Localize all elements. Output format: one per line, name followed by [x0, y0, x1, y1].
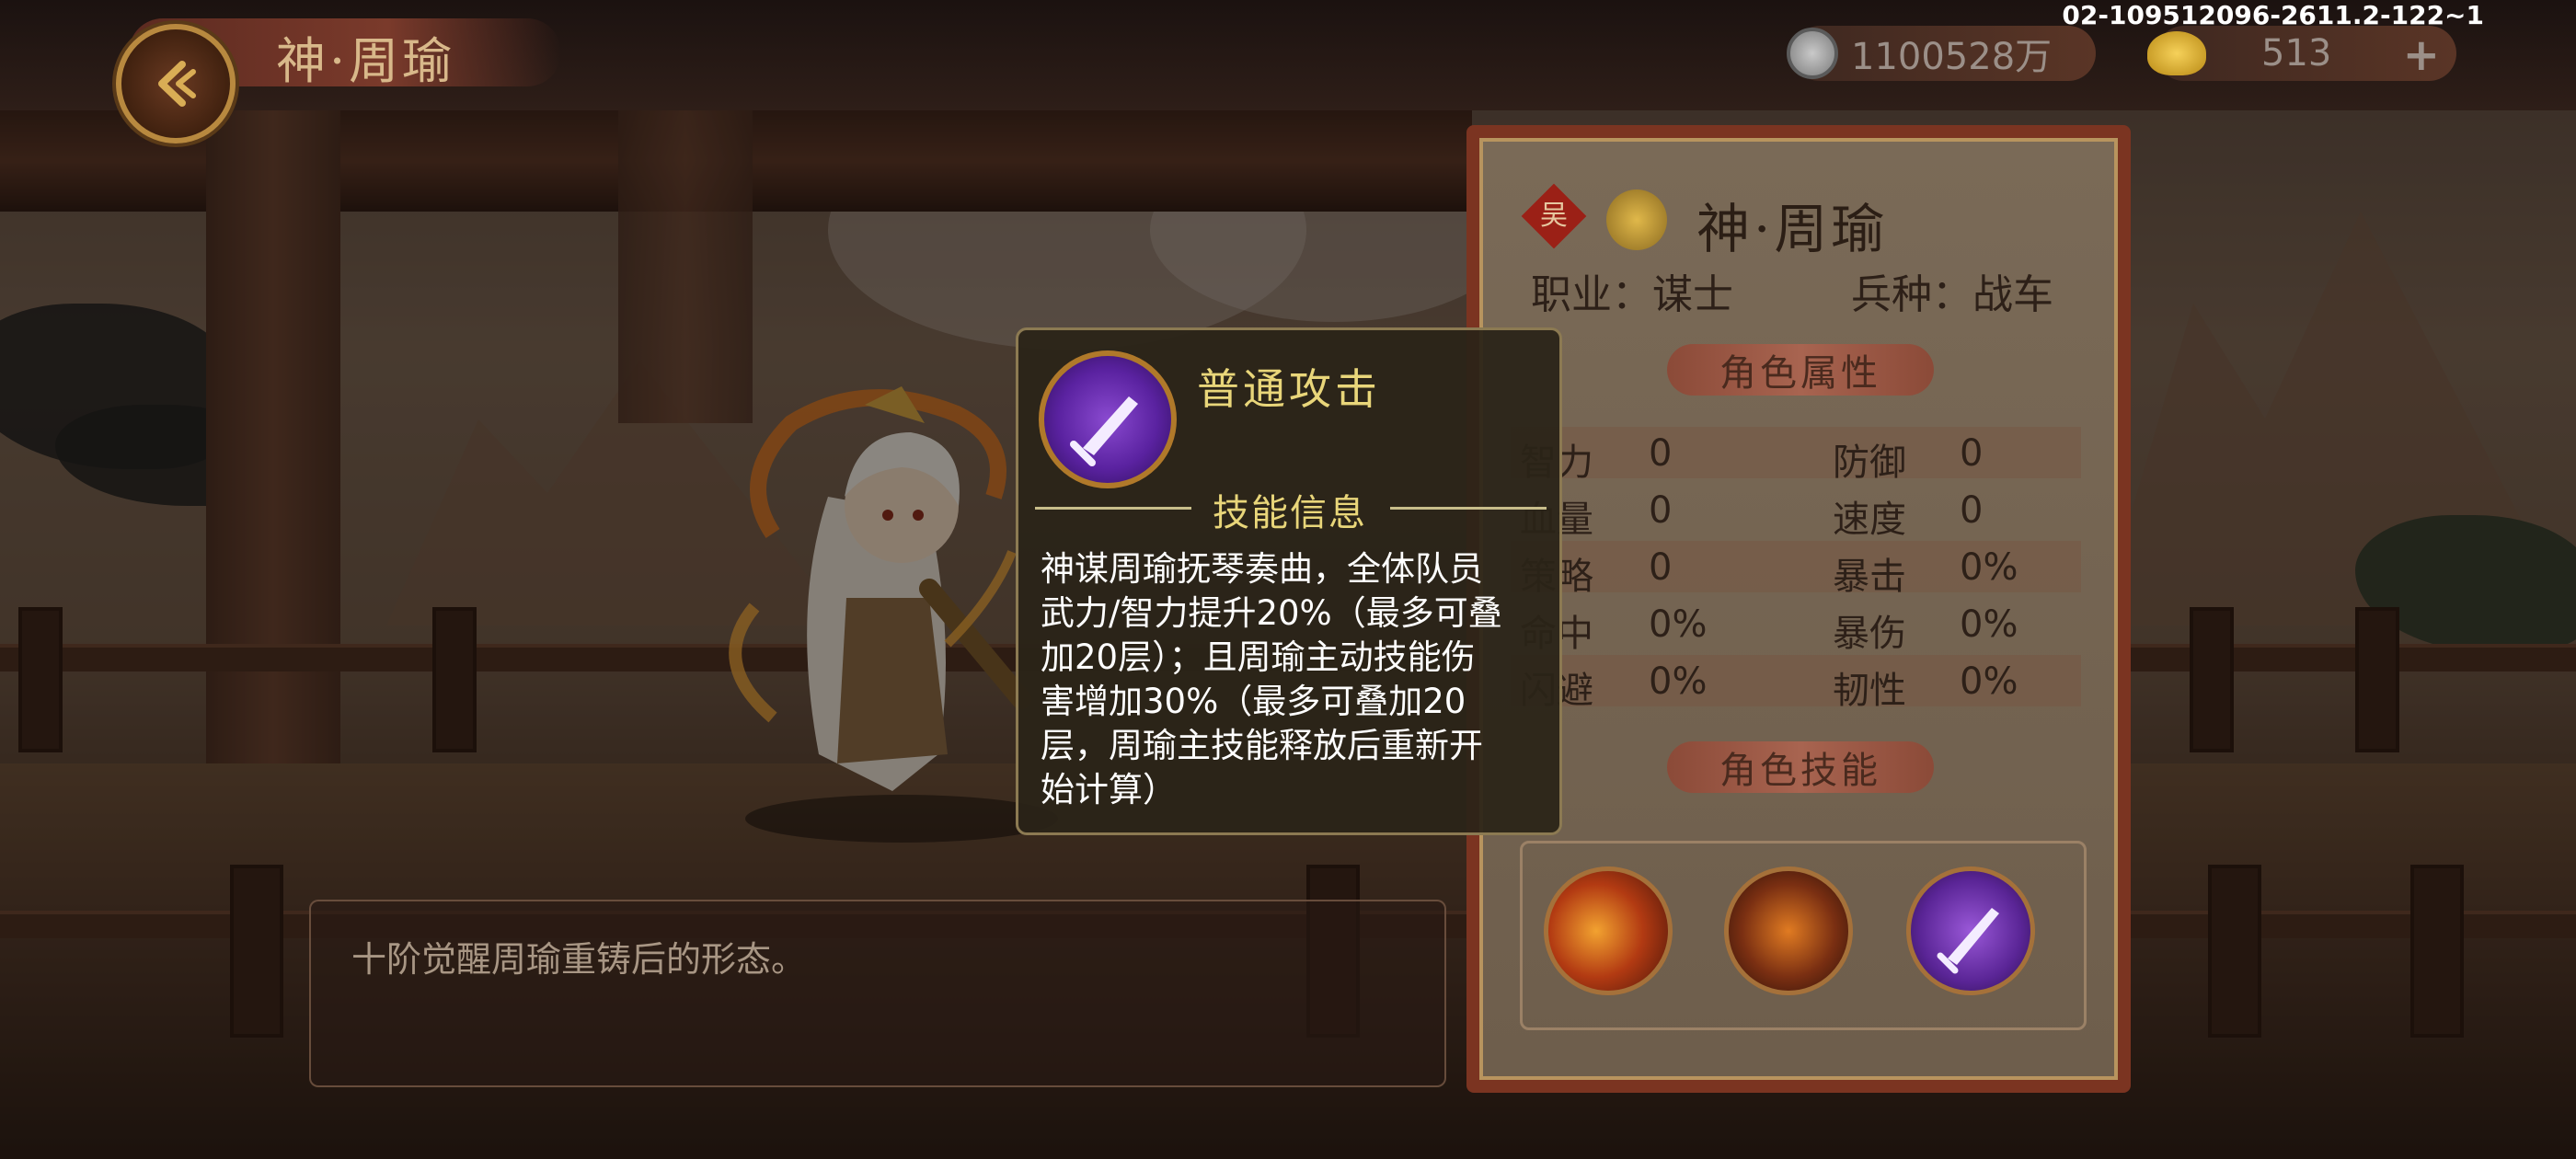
divider-line: [1390, 507, 1547, 510]
stat-value: 0%: [1649, 660, 1708, 703]
skills-title: 角色技能: [1719, 750, 1881, 792]
stat-value: 0%: [1960, 660, 2018, 703]
stat-value: 0: [1960, 489, 1984, 532]
stat-row: 智力 0 防御 0: [1511, 427, 2081, 484]
stat-label: 韧性: [1833, 670, 1906, 712]
gold-ingot-icon: [2147, 31, 2206, 75]
back-arrow-icon: [158, 61, 196, 107]
hero-name: 神·周瑜: [1696, 198, 1889, 260]
hero-info-panel-inner: 吴 神·周瑜 职业：谋士 兵种：战车 角色属性 智力 0 防御 0 血量 0 速…: [1479, 138, 2118, 1080]
page-title: 神·周瑜: [276, 32, 456, 90]
hero-description-box: 十阶觉醒周瑜重铸后的形态。: [309, 900, 1446, 1087]
skill-info-heading: 技能信息: [1213, 492, 1367, 534]
stat-value: 0: [1960, 432, 1984, 475]
profession-row: 职业：谋士: [1531, 261, 1733, 320]
stat-label: 防御: [1833, 442, 1906, 484]
stat-value: 0: [1649, 546, 1673, 589]
skill-name: 普通攻击: [1197, 364, 1381, 414]
stat-label: 暴击: [1833, 556, 1906, 598]
stat-row: 闪避 0% 韧性 0%: [1511, 655, 2081, 712]
class-icon: [1606, 189, 1667, 250]
stat-label: 速度: [1833, 499, 1906, 541]
skill-description-line: 始计算）: [1041, 770, 1177, 809]
stat-row: 血量 0 速度 0: [1511, 484, 2081, 541]
skill-description-line: 层，周瑜主技能释放后重新开: [1041, 726, 1483, 765]
ingot-counter: 513 +: [2147, 26, 2456, 81]
profession-label: 职业：: [1531, 271, 1652, 318]
skill-description-line: 害增加30%（最多可叠加20: [1041, 682, 1466, 721]
attributes-banner: 角色属性: [1667, 344, 1934, 396]
sword-skill-icon: [1039, 350, 1177, 488]
coin-counter: 1100528万: [1787, 26, 2096, 81]
stat-row: 命中 0% 暴伤 0%: [1511, 598, 2081, 655]
add-currency-plus-icon[interactable]: +: [2403, 29, 2440, 81]
kingdom-text: 吴: [1540, 200, 1568, 232]
skill-description-line: 加20层）；且周瑜主动技能伤: [1041, 637, 1476, 677]
troop-label: 兵种：: [1851, 271, 1972, 318]
sword-skill-icon[interactable]: [1906, 866, 2035, 995]
stat-value: 0: [1649, 489, 1673, 532]
coin-icon: [1787, 28, 1838, 79]
profession-value: 谋士: [1652, 271, 1733, 318]
skill-description-line: 武力/智力提升20%（最多可叠: [1041, 593, 1502, 633]
fire-skill-icon[interactable]: [1544, 866, 1673, 995]
stat-value: 0%: [1649, 603, 1708, 646]
warrior-skill-icon[interactable]: [1724, 866, 1853, 995]
top-bar: 神·周瑜 1100528万 513 + 02-109512096-2611.2-…: [0, 0, 2576, 110]
version-text: 02-109512096-2611.2-122~1: [2062, 0, 2484, 30]
stat-value: 0%: [1960, 603, 2018, 646]
back-button[interactable]: [116, 24, 236, 143]
stat-label: 暴伤: [1833, 613, 1906, 655]
hero-description-text: 十阶觉醒周瑜重铸后的形态。: [351, 939, 807, 980]
attributes-title: 角色属性: [1719, 352, 1881, 395]
stat-value: 0: [1649, 432, 1673, 475]
sword-icon: [1070, 396, 1138, 466]
divider-line: [1035, 507, 1191, 510]
skill-description-line: 神谋周瑜抚琴奏曲，全体队员: [1041, 549, 1483, 589]
skill-tooltip: 普通攻击 技能信息 神谋周瑜抚琴奏曲，全体队员 武力/智力提升20%（最多可叠 …: [1016, 327, 1562, 835]
skills-banner: 角色技能: [1667, 741, 1934, 793]
coin-amount: 1100528万: [1851, 36, 2053, 78]
sword-icon: [1937, 908, 1999, 974]
ingot-amount: 513: [2261, 32, 2332, 75]
stat-value: 0%: [1960, 546, 2018, 589]
troop-row: 兵种：战车: [1851, 261, 2053, 320]
kingdom-badge: 吴: [1521, 183, 1587, 249]
stat-row: 策略 0 暴击 0%: [1511, 541, 2081, 598]
hero-info-panel: 吴 神·周瑜 职业：谋士 兵种：战车 角色属性 智力 0 防御 0 血量 0 速…: [1466, 125, 2131, 1093]
skill-description: 神谋周瑜抚琴奏曲，全体队员 武力/智力提升20%（最多可叠 加20层）；且周瑜主…: [1041, 547, 1545, 812]
troop-value: 战车: [1972, 271, 2053, 318]
